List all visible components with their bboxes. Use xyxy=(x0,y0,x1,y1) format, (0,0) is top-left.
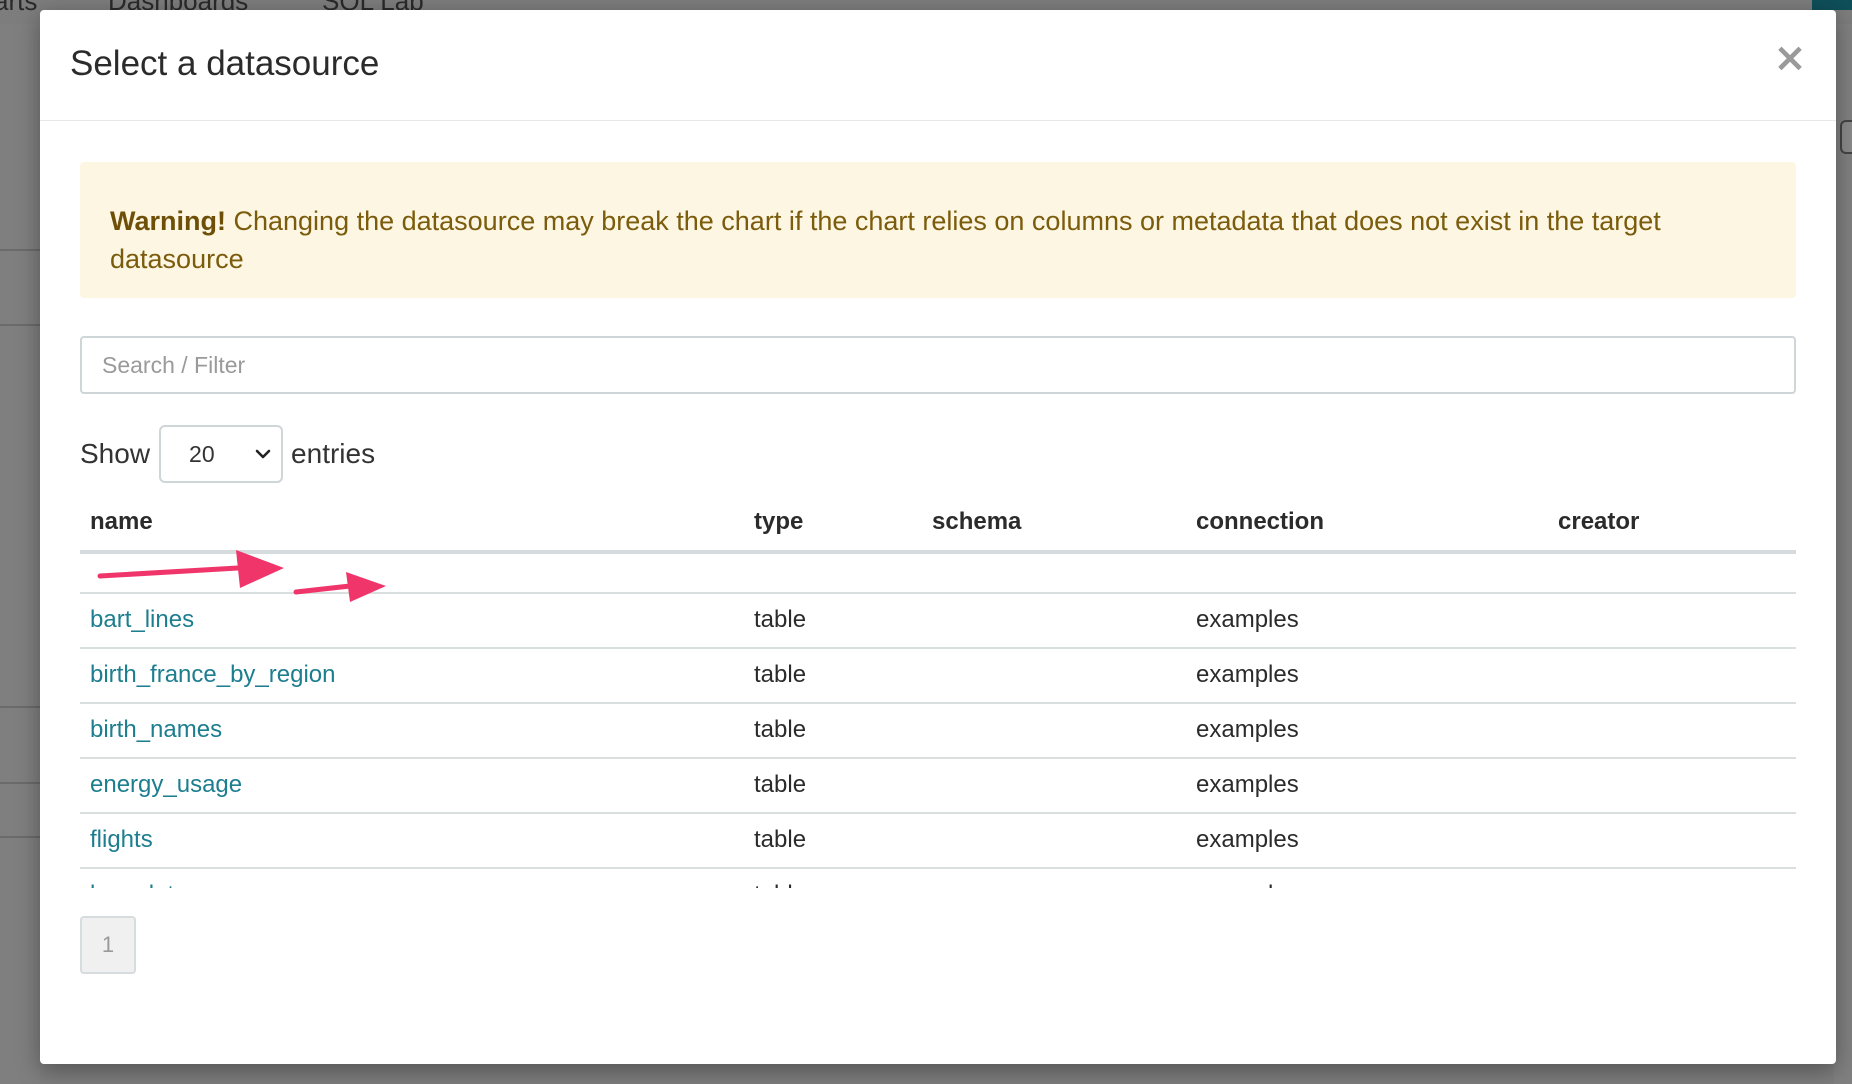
modal-title: Select a datasource xyxy=(70,44,380,83)
annotation-arrow-icon xyxy=(293,572,386,602)
type-cell: table xyxy=(754,881,806,888)
divider xyxy=(0,782,40,784)
search-input[interactable] xyxy=(80,336,1796,394)
divider xyxy=(0,706,40,708)
divider xyxy=(0,324,40,326)
background-corner-button xyxy=(1812,0,1852,10)
connection-cell: examples xyxy=(1196,606,1299,633)
type-cell: table xyxy=(754,716,807,743)
connection-cell: examples xyxy=(1196,881,1299,888)
show-label: Show xyxy=(80,438,151,469)
annotation-arrows xyxy=(97,550,386,602)
background-right-panel xyxy=(1834,24,1852,1084)
datasource-link[interactable]: energy_usage xyxy=(90,771,242,799)
connection-cell: examples xyxy=(1196,716,1299,743)
column-header-name[interactable]: name xyxy=(90,508,153,536)
column-header-type[interactable]: type xyxy=(754,508,803,536)
datasource-link[interactable]: birth_names xyxy=(90,716,222,744)
datasource-modal: Select a datasource × Warning! Changing … xyxy=(40,10,1836,1064)
warning-alert: Warning! Changing the datasource may bre… xyxy=(80,162,1796,298)
modal-header: Select a datasource × xyxy=(40,10,1836,121)
table-row: birth_names table examples xyxy=(80,704,1796,759)
table-row: flights table examples xyxy=(80,814,1796,869)
warning-label: Warning! xyxy=(110,206,226,236)
connection-cell: examples xyxy=(1196,826,1299,853)
close-icon[interactable]: × xyxy=(1772,38,1808,78)
connection-cell: examples xyxy=(1196,661,1299,688)
column-header-connection[interactable]: connection xyxy=(1196,508,1324,536)
nav-item-charts: arts xyxy=(0,0,38,16)
type-cell: table xyxy=(754,826,807,853)
datasource-link[interactable]: flights xyxy=(90,826,153,854)
entries-label: entries xyxy=(291,438,376,469)
type-cell: table xyxy=(754,606,807,633)
background-right-button xyxy=(1840,120,1852,154)
datasource-link[interactable]: long_lat xyxy=(90,881,174,888)
type-cell: table xyxy=(754,661,807,688)
datasource-link[interactable]: birth_france_by_region xyxy=(90,661,336,689)
page-size-value: 20 xyxy=(189,441,215,467)
background-left-panel xyxy=(0,24,40,1084)
warning-text: Changing the datasource may break the ch… xyxy=(110,206,1661,274)
column-header-creator[interactable]: creator xyxy=(1558,508,1639,536)
annotation-arrow-icon xyxy=(97,550,284,588)
type-cell: table xyxy=(754,771,807,798)
column-header-schema[interactable]: schema xyxy=(932,508,1021,536)
chevron-down-icon xyxy=(255,449,271,459)
divider xyxy=(0,249,40,251)
connection-cell: examples xyxy=(1196,771,1299,798)
page-size-control: Show 20 entries xyxy=(80,424,375,484)
page-size-select[interactable]: 20 xyxy=(159,425,284,483)
table-row: long_lat table examples xyxy=(80,869,1796,888)
table-row: energy_usage table examples xyxy=(80,759,1796,814)
pagination-page-1[interactable]: 1 xyxy=(80,916,136,974)
divider xyxy=(0,836,40,838)
table-row: birth_france_by_region table examples xyxy=(80,649,1796,704)
